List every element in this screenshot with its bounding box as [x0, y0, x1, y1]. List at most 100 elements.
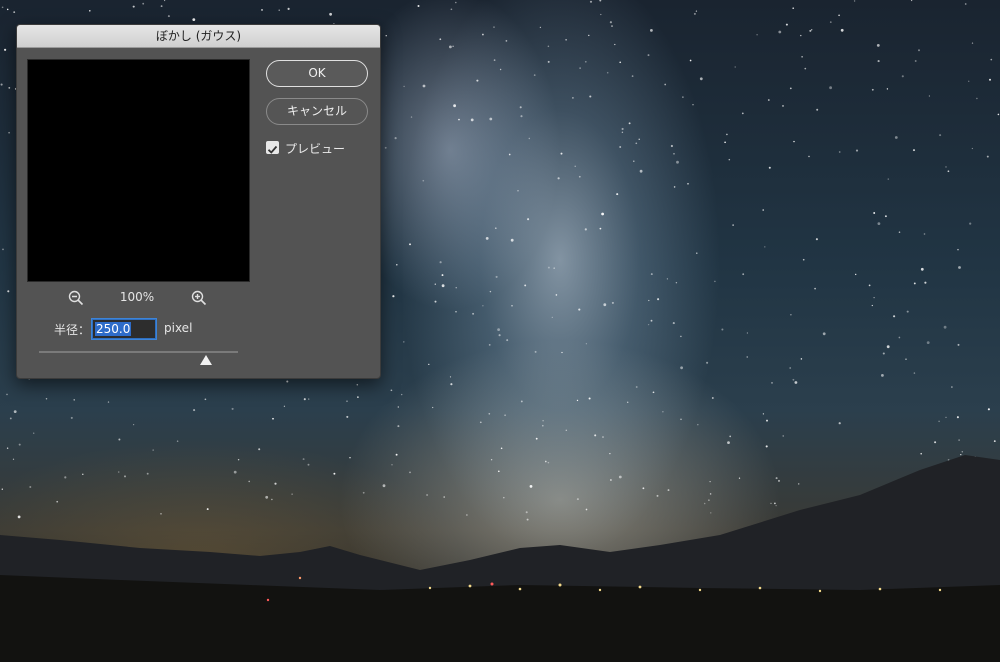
star	[551, 316, 553, 319]
star	[603, 303, 607, 307]
zoom-out-icon[interactable]	[67, 289, 85, 307]
star	[746, 332, 749, 334]
star	[329, 12, 332, 16]
star	[912, 149, 916, 152]
star	[943, 325, 947, 329]
star	[107, 401, 110, 403]
star	[261, 8, 263, 11]
star	[714, 280, 716, 283]
star	[409, 471, 411, 474]
star	[662, 411, 664, 413]
star	[680, 335, 682, 338]
star	[4, 48, 7, 51]
star	[510, 238, 514, 242]
star	[479, 421, 482, 424]
star	[1, 6, 4, 9]
star	[527, 218, 530, 221]
star	[500, 447, 503, 450]
preview-checkbox[interactable]	[266, 141, 279, 154]
star	[272, 417, 274, 420]
star	[802, 258, 805, 261]
star	[394, 137, 397, 140]
star	[601, 212, 604, 216]
star	[589, 0, 593, 3]
ok-button[interactable]: OK	[266, 60, 368, 87]
star	[410, 116, 413, 118]
star	[728, 158, 731, 161]
star	[578, 308, 581, 311]
star	[673, 153, 675, 155]
star	[732, 224, 734, 226]
zoom-in-icon[interactable]	[190, 289, 208, 307]
star	[13, 11, 16, 13]
star	[428, 363, 430, 366]
star	[346, 400, 348, 403]
cancel-button[interactable]: キャンセル	[266, 98, 368, 125]
star	[547, 266, 550, 269]
star	[886, 345, 890, 349]
star	[248, 480, 251, 483]
star	[710, 512, 712, 514]
star	[584, 228, 587, 231]
star	[666, 278, 669, 280]
star	[726, 133, 728, 136]
star	[82, 473, 84, 476]
star	[432, 406, 434, 409]
star	[146, 472, 149, 475]
star	[302, 458, 305, 461]
star	[258, 448, 261, 451]
star	[576, 399, 579, 402]
radius-slider-track[interactable]	[39, 351, 238, 353]
dialog-title: ぼかし (ガウス)	[155, 29, 242, 43]
star	[403, 85, 405, 88]
star	[621, 131, 624, 133]
star	[873, 212, 876, 214]
star	[544, 460, 547, 463]
preview-pane[interactable]	[27, 59, 250, 282]
star	[693, 12, 696, 15]
star	[572, 97, 574, 99]
star	[855, 273, 857, 276]
star	[585, 343, 588, 345]
star	[616, 193, 619, 196]
radius-input[interactable]: 250.0	[92, 319, 156, 339]
star	[286, 380, 289, 383]
star	[621, 127, 624, 131]
star	[960, 454, 962, 456]
star	[853, 0, 856, 2]
star	[9, 417, 12, 420]
star	[73, 399, 75, 401]
dialog-titlebar[interactable]: ぼかし (ガウス)	[17, 25, 380, 48]
star	[2, 248, 4, 251]
star	[124, 475, 126, 478]
star	[611, 301, 614, 304]
star	[547, 60, 550, 63]
star	[511, 305, 513, 307]
star	[762, 209, 764, 211]
star	[291, 493, 293, 495]
star	[724, 141, 726, 144]
star	[481, 33, 484, 36]
star	[901, 75, 904, 78]
star	[495, 275, 498, 278]
star	[529, 485, 533, 488]
star	[599, 227, 602, 230]
star	[633, 160, 635, 163]
star	[17, 515, 21, 519]
star	[778, 30, 782, 34]
star	[539, 26, 542, 29]
star	[697, 423, 699, 426]
star	[600, 13, 602, 16]
star	[498, 334, 501, 337]
star	[450, 383, 453, 386]
radius-slider-thumb[interactable]	[200, 355, 213, 365]
star	[589, 95, 592, 98]
star	[829, 21, 832, 23]
star	[557, 177, 560, 180]
star	[923, 233, 926, 235]
star	[542, 420, 544, 422]
star	[176, 440, 179, 442]
star	[771, 382, 773, 384]
radius-label: 半径：	[54, 323, 91, 337]
star	[969, 222, 972, 225]
